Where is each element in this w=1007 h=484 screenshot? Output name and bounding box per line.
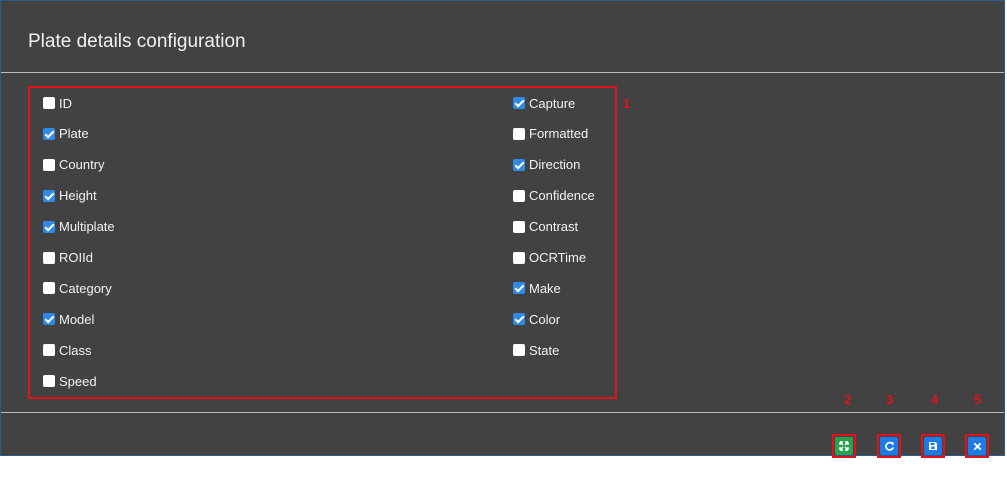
field-option-label: Category (59, 280, 112, 296)
field-option-formatted[interactable]: Formatted (513, 126, 588, 142)
checkbox-checked[interactable] (43, 189, 55, 202)
field-option-confidence[interactable]: Confidence (513, 188, 595, 204)
field-option-model[interactable]: Model (43, 311, 94, 327)
field-option-direction[interactable]: Direction (513, 157, 580, 173)
checkbox-checked[interactable] (513, 158, 525, 171)
field-option-ocrtime[interactable]: OCRTime (513, 250, 586, 266)
field-option-label: OCRTime (529, 250, 587, 265)
field-option-label: Formatted (529, 126, 589, 142)
field-option-label: Multiplate (59, 219, 115, 235)
checkbox-unchecked[interactable] (43, 344, 55, 357)
field-option-label: Model (59, 311, 95, 327)
field-option-label: Speed (59, 373, 97, 389)
save-icon (929, 442, 937, 450)
annotation-label-2: 2 (844, 392, 852, 407)
checkbox-unchecked[interactable] (513, 220, 525, 233)
field-option-label: State (529, 342, 560, 358)
field-option-color[interactable]: Color (513, 311, 560, 327)
checkbox-unchecked[interactable] (43, 97, 55, 109)
plate-details-dialog: Plate details configuration 1 ID Plate Cou… (0, 0, 1005, 458)
checkbox-checked[interactable] (513, 282, 525, 295)
close-icon (973, 442, 981, 450)
checkbox-unchecked[interactable] (43, 158, 55, 171)
field-option-plate[interactable]: Plate (43, 126, 89, 142)
save-button[interactable] (921, 434, 945, 458)
footer-divider (1, 412, 1004, 413)
field-option-label: Class (59, 342, 92, 358)
checkbox-unchecked[interactable] (43, 251, 55, 264)
field-option-contrast[interactable]: Contrast (513, 219, 578, 235)
refresh-icon (884, 441, 894, 451)
field-option-label: ID (59, 95, 72, 111)
field-option-label: Height (59, 188, 97, 204)
field-option-label: Contrast (529, 219, 579, 235)
field-option-label: Direction (529, 157, 581, 173)
field-option-speed[interactable]: Speed (43, 373, 97, 389)
dialog-title: Plate details configuration (28, 31, 246, 52)
annotation-label-1: 1 (623, 96, 631, 111)
checkbox-checked[interactable] (43, 220, 55, 233)
field-option-state[interactable]: State (513, 342, 559, 358)
checkbox-unchecked[interactable] (43, 282, 55, 295)
checkbox-unchecked[interactable] (513, 189, 525, 202)
refresh-button[interactable] (877, 434, 901, 458)
checkbox-checked[interactable] (43, 127, 55, 140)
close-button[interactable] (965, 434, 989, 458)
field-option-label: ROIId (59, 250, 93, 265)
field-option-id[interactable]: ID (43, 95, 72, 111)
annotation-label-4: 4 (931, 392, 939, 407)
field-option-make[interactable]: Make (513, 280, 561, 296)
field-option-roiid[interactable]: ROIId (43, 250, 93, 266)
annotation-label-3: 3 (886, 392, 894, 407)
field-option-class[interactable]: Class (43, 342, 92, 358)
field-option-category[interactable]: Category (43, 280, 112, 296)
field-option-country[interactable]: Country (43, 157, 105, 173)
field-option-height[interactable]: Height (43, 188, 97, 204)
expand-button[interactable] (832, 434, 856, 458)
checkbox-unchecked[interactable] (513, 127, 525, 140)
dialog-header: Plate details configuration (1, 1, 1004, 73)
checkbox-unchecked[interactable] (43, 375, 55, 388)
checkbox-unchecked[interactable] (513, 344, 525, 357)
checkbox-checked[interactable] (513, 313, 525, 326)
field-option-capture[interactable]: Capture (513, 95, 575, 111)
field-option-label: Make (529, 280, 561, 296)
field-option-multiplate[interactable]: Multiplate (43, 219, 115, 235)
expand-icon (839, 441, 849, 451)
checkbox-checked[interactable] (43, 313, 55, 326)
checkbox-checked[interactable] (513, 97, 525, 109)
field-option-label: Plate (59, 126, 89, 142)
field-option-label: Country (59, 157, 105, 173)
field-option-label: Capture (529, 95, 576, 111)
checkbox-unchecked[interactable] (513, 251, 525, 264)
annotation-label-5: 5 (974, 392, 982, 407)
field-option-label: Color (529, 311, 561, 327)
field-option-label: Confidence (529, 188, 595, 204)
